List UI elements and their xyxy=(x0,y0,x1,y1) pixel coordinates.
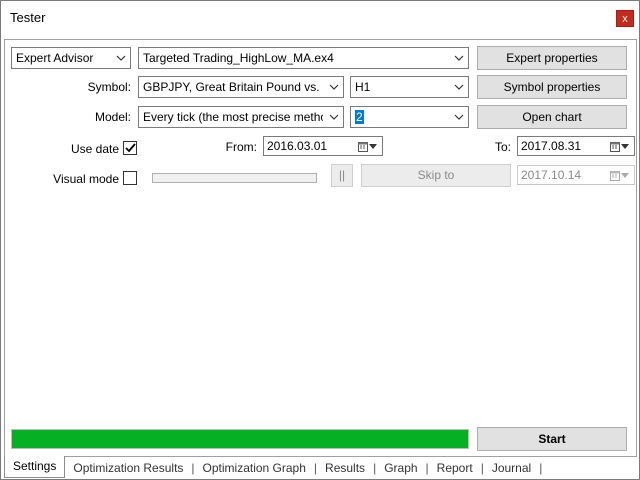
window-title: Tester xyxy=(10,10,46,25)
tab-results[interactable]: Results xyxy=(317,458,373,478)
chevron-down-icon xyxy=(450,48,468,68)
start-button[interactable]: Start xyxy=(477,427,627,451)
tab-report[interactable]: Report xyxy=(429,458,481,478)
chevron-down-icon xyxy=(112,48,130,68)
chevron-down-icon xyxy=(450,77,468,97)
from-label: From: xyxy=(225,140,257,154)
tab-optimization-graph[interactable]: Optimization Graph xyxy=(195,458,314,478)
close-icon: x xyxy=(622,13,628,25)
spread-select[interactable]: 2 xyxy=(350,106,469,128)
tester-tabs: Settings Optimization Results | Optimizatio… xyxy=(4,456,637,479)
expert-select[interactable]: Targeted Trading_HighLow_MA.ex4 xyxy=(138,47,469,69)
model-select-value: Every tick (the most precise method ba xyxy=(143,110,323,124)
tab-journal[interactable]: Journal xyxy=(484,458,539,478)
model-select[interactable]: Every tick (the most precise method ba xyxy=(138,106,344,128)
from-date-value: 2016.03.01 xyxy=(267,139,328,153)
use-date-checkbox[interactable] xyxy=(123,141,137,155)
skip-to-date-field[interactable]: 2017.10.14 xyxy=(517,165,635,185)
expert-select-value: Targeted Trading_HighLow_MA.ex4 xyxy=(143,51,334,65)
from-date-field[interactable]: 2016.03.01 xyxy=(263,136,383,156)
skip-to-button[interactable]: Skip to xyxy=(361,164,511,187)
tab-settings[interactable]: Settings xyxy=(4,456,66,478)
to-label: To: xyxy=(494,140,511,154)
expert-properties-button[interactable]: Expert properties xyxy=(477,46,627,70)
mode-select[interactable]: Expert Advisor xyxy=(11,47,131,69)
model-label: Model: xyxy=(94,110,131,124)
chevron-down-icon xyxy=(450,107,468,127)
symbol-label: Symbol: xyxy=(87,80,131,94)
tester-window: Tester x Expert Advisor Targeted Trading… xyxy=(0,0,640,480)
calendar-icon xyxy=(610,168,632,182)
chevron-down-icon xyxy=(325,77,343,97)
period-select-value: H1 xyxy=(355,80,371,94)
tab-optimization-results[interactable]: Optimization Results xyxy=(65,458,191,478)
symbol-properties-button[interactable]: Symbol properties xyxy=(477,75,627,99)
skip-to-date-value: 2017.10.14 xyxy=(521,168,582,182)
visual-mode-label: Visual mode xyxy=(53,172,119,186)
visual-speed-slider[interactable] xyxy=(152,173,317,183)
title-bar: Tester x xyxy=(1,1,639,35)
open-chart-button[interactable]: Open chart xyxy=(477,105,627,129)
pause-button[interactable]: || xyxy=(331,164,353,187)
to-date-value: 2017.08.31 xyxy=(521,139,582,153)
visual-mode-checkbox[interactable] xyxy=(123,171,137,185)
calendar-icon xyxy=(610,139,632,153)
tab-graph[interactable]: Graph xyxy=(376,458,425,478)
settings-panel: Expert Advisor Targeted Trading_HighLow_… xyxy=(4,39,637,457)
symbol-select[interactable]: GBPJPY, Great Britain Pound vs. Japa xyxy=(138,76,344,98)
test-progress-fill xyxy=(12,430,468,448)
period-select[interactable]: H1 xyxy=(350,76,469,98)
tab-separator: | xyxy=(539,461,543,475)
mode-select-value: Expert Advisor xyxy=(16,51,94,65)
pause-icon: || xyxy=(338,168,346,182)
symbol-select-value: GBPJPY, Great Britain Pound vs. Japa xyxy=(143,80,323,94)
close-button[interactable]: x xyxy=(616,10,634,27)
chevron-down-icon xyxy=(325,107,343,127)
checkmark-icon xyxy=(124,143,136,153)
use-date-label: Use date xyxy=(70,142,119,156)
calendar-icon xyxy=(358,139,380,153)
to-date-field[interactable]: 2017.08.31 xyxy=(517,136,635,156)
test-progress-bar xyxy=(11,429,469,449)
spread-select-value: 2 xyxy=(355,110,364,124)
